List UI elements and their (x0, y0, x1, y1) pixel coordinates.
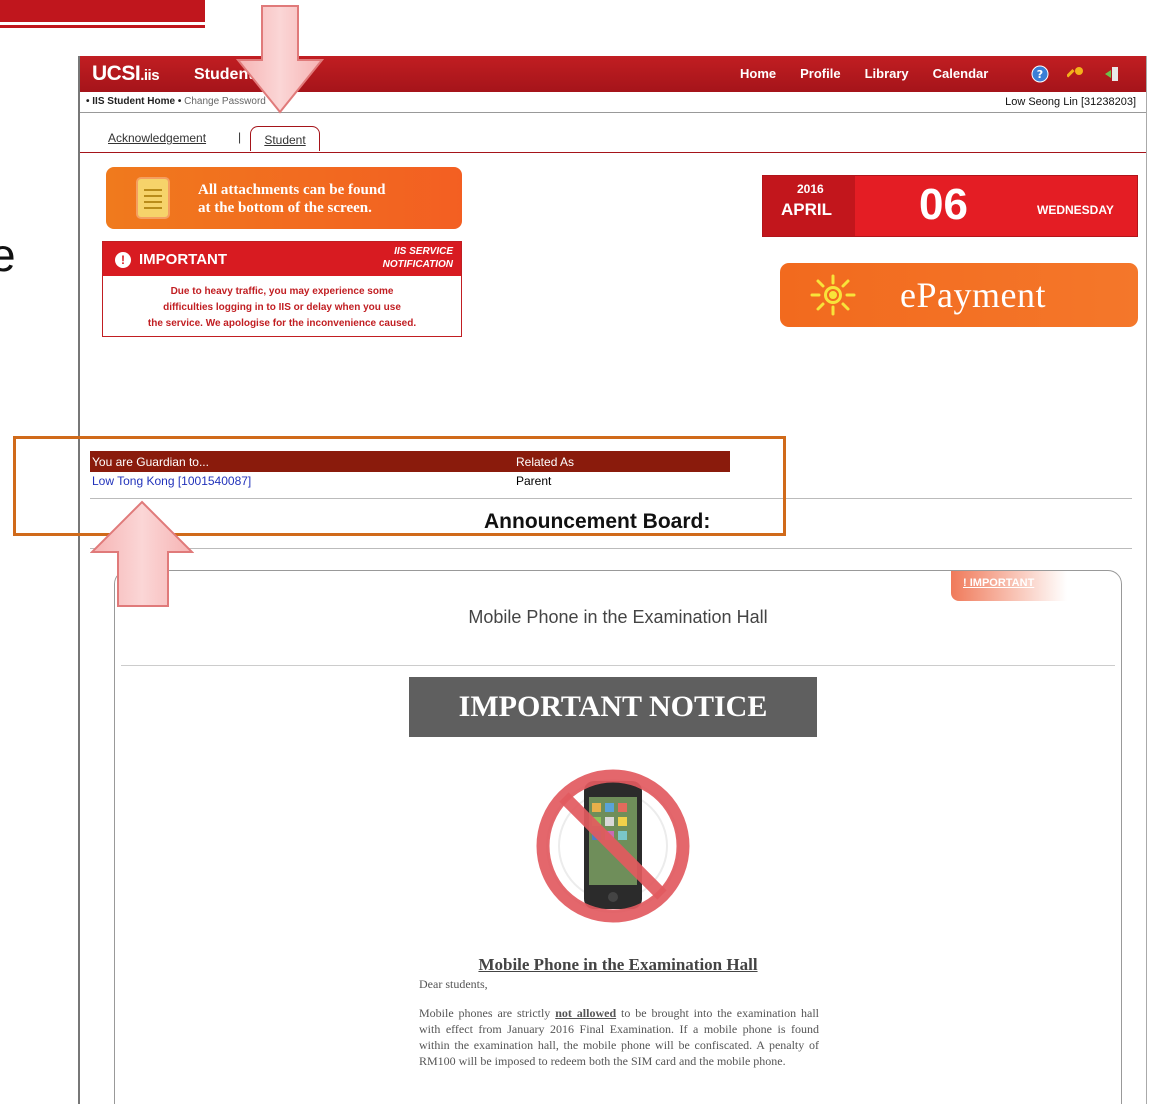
epayment-button[interactable]: ePayment (780, 263, 1138, 327)
article-title: Mobile Phone in the Examination Hall (478, 955, 758, 974)
attachments-banner: All attachments can be found at the botto… (106, 167, 462, 229)
date-weekday: WEDNESDAY (1037, 203, 1114, 217)
tab-separator: | (238, 130, 242, 144)
arrow-up-icon (90, 500, 194, 607)
date-widget: 2016 APRIL 06 WEDNESDAY (762, 175, 1138, 237)
student-portal-window: UCSI.iis Student Portal Home Profile Lib… (78, 56, 1147, 1104)
tab-acknowledgement[interactable]: Acknowledgement (108, 131, 206, 145)
key-icon[interactable] (1066, 64, 1086, 84)
svg-text:?: ? (1037, 68, 1043, 81)
ucsi-logo[interactable]: UCSI.iis (92, 62, 160, 86)
nav-icons: ? (1030, 64, 1122, 84)
epayment-label: ePayment (900, 275, 1046, 315)
no-phone-icon (536, 769, 690, 923)
nav-home[interactable]: Home (740, 66, 776, 81)
logout-icon[interactable] (1102, 64, 1122, 84)
notice-line-3: the service. We apologise for the inconv… (147, 318, 417, 329)
important-badge[interactable]: ! IMPORTANT (951, 571, 1067, 601)
user-name: Low Seong Lin [31238203] (1005, 96, 1136, 108)
date-year: 2016 (797, 182, 824, 196)
service-notification: ! IMPORTANT IIS SERVICE NOTIFICATION Due … (102, 241, 462, 337)
slide-cropped-letter: e (0, 229, 16, 281)
arrow-down-icon (236, 5, 324, 114)
nav-profile[interactable]: Profile (800, 66, 840, 81)
notice-tag-2: NOTIFICATION (382, 259, 453, 270)
breadcrumb-home[interactable]: • IIS Student Home • (86, 96, 181, 107)
important-notice-banner: IMPORTANT NOTICE (409, 677, 817, 737)
announcement-title[interactable]: Mobile Phone in the Examination Hall (115, 607, 1121, 628)
tab-bar: Acknowledgement | Student (80, 120, 1146, 153)
divider (121, 665, 1115, 666)
main-nav: Home Profile Library Calendar (740, 66, 1012, 81)
exclamation-icon: ! (115, 252, 131, 268)
date-month: APRIL (781, 200, 832, 219)
notice-heading: IMPORTANT (139, 251, 228, 268)
article-body: Mobile phones are strictly not allowed t… (419, 1006, 819, 1068)
attachments-line-1: All attachments can be found (198, 182, 386, 198)
attachments-line-2: at the bottom of the screen. (198, 200, 372, 216)
date-day: 06 (919, 180, 968, 229)
tab-student[interactable]: Student (250, 126, 320, 151)
slide-header-bar (0, 0, 205, 25)
document-icon (138, 179, 168, 217)
notice-line-2: difficulties logging in to IIS or delay … (163, 302, 401, 313)
help-icon[interactable]: ? (1030, 64, 1050, 84)
divider (90, 548, 1132, 549)
nav-library[interactable]: Library (865, 66, 909, 81)
announcement-card: ! IMPORTANT Mobile Phone in the Examinat… (114, 570, 1122, 1104)
notice-line-1: Due to heavy traffic, you may experience… (170, 286, 394, 297)
notice-tag-1: IIS SERVICE (394, 246, 453, 257)
not-allowed-text: not allowed (555, 1006, 617, 1020)
article-greeting: Dear students, (419, 977, 488, 991)
nav-calendar[interactable]: Calendar (933, 66, 989, 81)
sun-icon (810, 274, 856, 316)
